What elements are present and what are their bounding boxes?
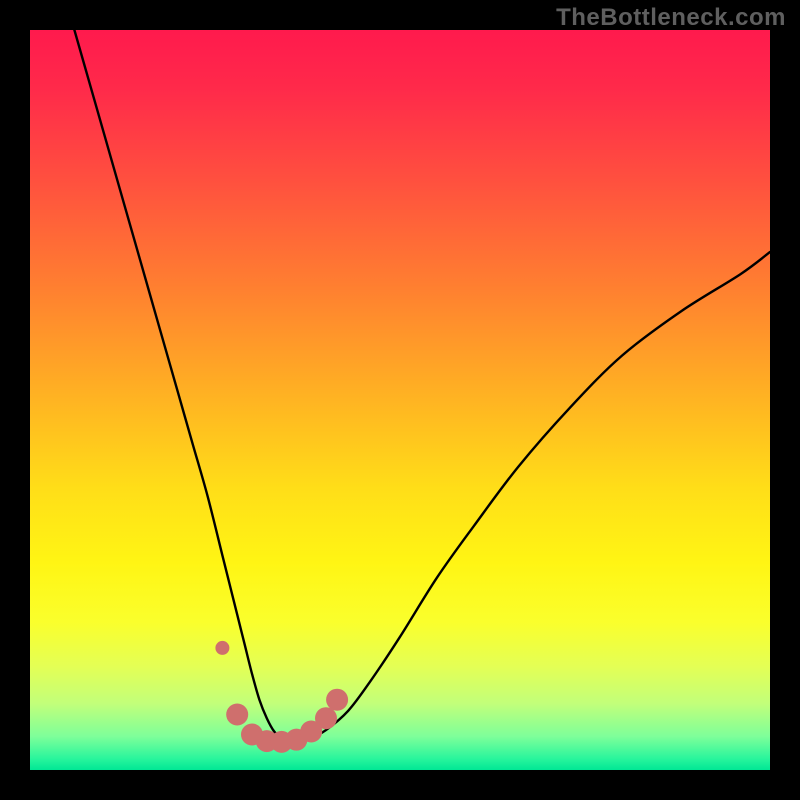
highlight-dot: [226, 704, 248, 726]
highlight-dot: [215, 641, 229, 655]
highlight-dot: [315, 707, 337, 729]
watermark-text: TheBottleneck.com: [556, 4, 786, 32]
plot-area: [30, 30, 770, 770]
highlight-dot: [326, 689, 348, 711]
highlight-dots: [30, 30, 770, 770]
chart-frame: TheBottleneck.com: [0, 0, 800, 800]
